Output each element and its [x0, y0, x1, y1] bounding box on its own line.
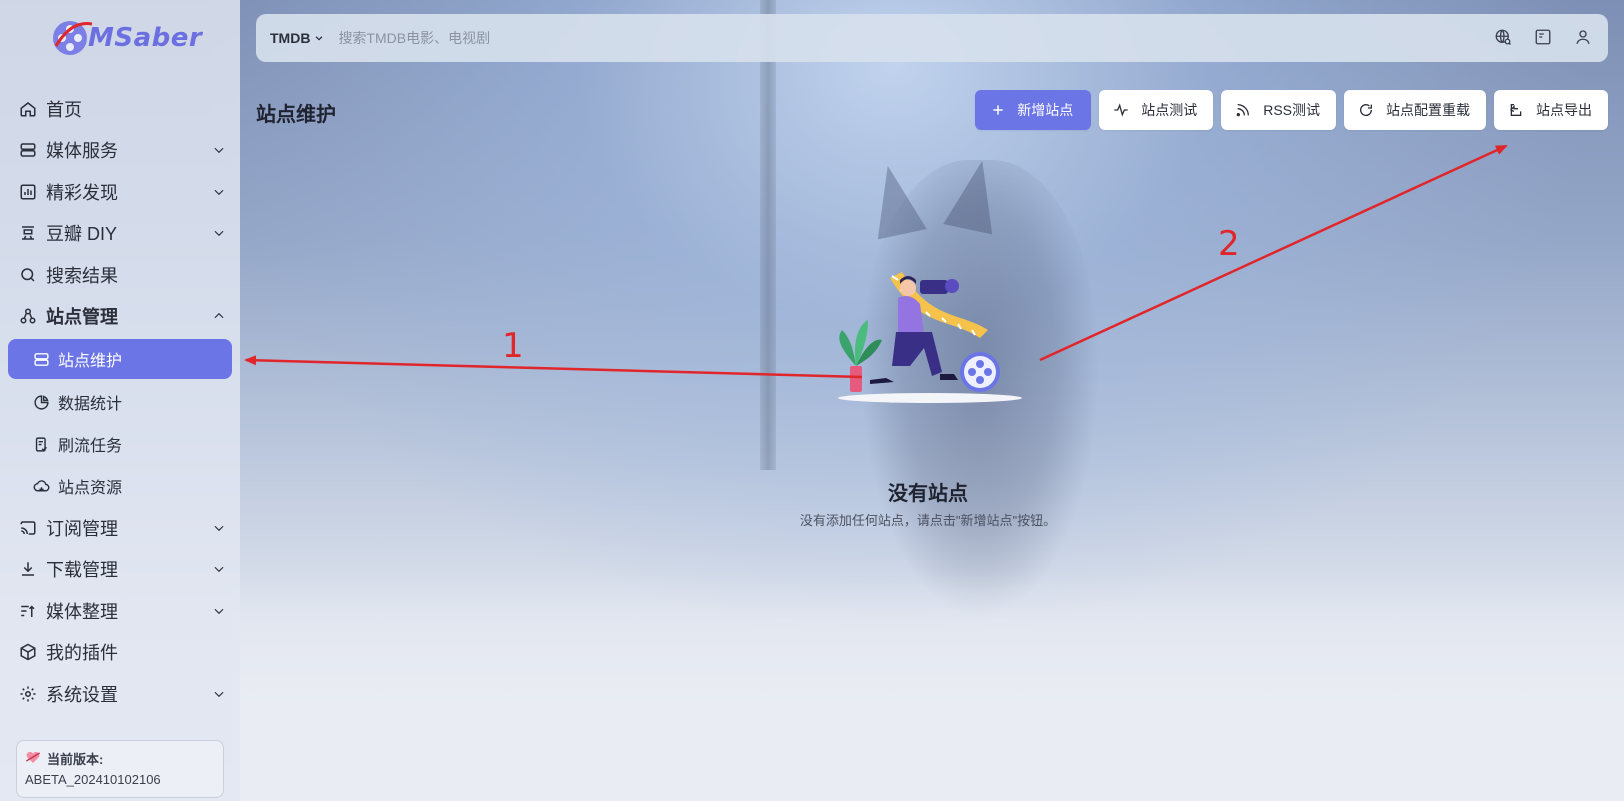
sidebar-item-label: 系统设置: [46, 684, 118, 705]
sidebar: MSaber 首页 媒体服务 精彩发现 豆瓣 DIY 搜索结果 站点管理 站点维…: [0, 0, 240, 801]
sidebar-subitem-label: 刷流任务: [58, 438, 123, 455]
sidebar-item-label: 媒体服务: [46, 141, 118, 162]
terminal-icon[interactable]: [1532, 26, 1554, 48]
export-icon: [1508, 102, 1524, 118]
sidebar-nav: 首页 媒体服务 精彩发现 豆瓣 DIY 搜索结果 站点管理 站点维护 数据统计 …: [8, 88, 232, 715]
download-icon: [18, 559, 38, 579]
empty-state-description-text: 没有添加任何站点，请点击"新增站点"按钮。: [799, 513, 1057, 528]
sidebar-item-site-management[interactable]: 站点管理: [8, 296, 232, 338]
server-icon: [32, 350, 50, 368]
plus-icon: [991, 103, 1005, 117]
reload-config-label: 站点配置重载: [1386, 102, 1470, 118]
user-icon[interactable]: [1572, 26, 1594, 48]
sidebar-subitem-statistics[interactable]: 数据统计: [8, 381, 232, 423]
sidebar-item-plugins[interactable]: 我的插件: [8, 632, 232, 674]
sort-icon: [18, 601, 38, 621]
search-input[interactable]: [338, 30, 1039, 46]
chevron-down-icon: [214, 148, 224, 154]
site-test-label: 站点测试: [1141, 102, 1198, 118]
sidebar-item-label: 豆瓣 DIY: [46, 224, 118, 245]
app-logo[interactable]: MSaber: [50, 14, 202, 62]
action-buttons: 新增站点 站点测试 RSS测试 站点配置重载 站点导出: [975, 90, 1608, 130]
sidebar-item-discover[interactable]: 精彩发现: [8, 171, 232, 213]
pie-icon: [32, 393, 50, 411]
version-card: 当前版本: ABETA_202410102106: [16, 740, 224, 798]
sidebar-item-home[interactable]: 首页: [8, 88, 232, 130]
empty-state-description: 没有添加任何站点，请点击"新增站点"按钮。: [0, 510, 1624, 529]
rss-icon: [1235, 102, 1251, 118]
pulse-icon: [1113, 102, 1129, 118]
sidebar-item-label: 下载管理: [46, 560, 118, 581]
add-site-button[interactable]: 新增站点: [975, 90, 1092, 130]
export-sites-button[interactable]: 站点导出: [1494, 90, 1608, 130]
site-test-button[interactable]: 站点测试: [1099, 90, 1214, 130]
annotation-label-2: 2: [1218, 224, 1240, 264]
chevron-up-icon: [214, 313, 224, 319]
version-label: 当前版本:: [47, 752, 104, 767]
sidebar-item-media-organize[interactable]: 媒体整理: [8, 590, 232, 632]
annotation-arrow-2: [1039, 144, 1508, 362]
empty-state-title-text: 没有站点: [888, 483, 968, 505]
sidebar-item-label: 我的插件: [46, 643, 118, 664]
heart-arrow-icon: [25, 750, 41, 767]
background-cat-ear-left: [863, 160, 927, 240]
chevron-down-icon: [214, 567, 224, 573]
sidebar-item-label: 媒体整理: [46, 601, 118, 622]
add-site-label: 新增站点: [1017, 102, 1074, 118]
export-sites-label: 站点导出: [1536, 102, 1592, 118]
logo-text: MSaber: [88, 23, 203, 53]
chevron-down-icon: [214, 189, 224, 195]
sidebar-item-label: 精彩发现: [46, 182, 118, 203]
sidebar-item-downloads[interactable]: 下载管理: [8, 549, 232, 591]
chevron-down-icon: [214, 231, 224, 237]
top-icons: [1492, 26, 1594, 48]
sidebar-subitem-label: 站点维护: [58, 353, 123, 370]
sidebar-item-label: 站点管理: [46, 307, 118, 328]
reload-config-button[interactable]: 站点配置重载: [1344, 90, 1486, 130]
task-icon: [32, 435, 50, 453]
sidebar-subitem-brush-tasks[interactable]: 刷流任务: [8, 423, 232, 465]
douban-icon: [18, 223, 38, 243]
background-pole: [760, 0, 776, 470]
sitemap-icon: [18, 306, 38, 326]
search-source-select[interactable]: TMDB: [270, 30, 324, 46]
server-icon: [18, 140, 38, 160]
home-icon: [18, 99, 38, 119]
top-search-bar: TMDB: [256, 14, 1608, 62]
version-value: ABETA_202410102106: [25, 772, 161, 787]
sidebar-item-settings[interactable]: 系统设置: [8, 673, 232, 715]
chevron-down-icon: [316, 36, 323, 41]
empty-state-illustration: [838, 272, 1022, 403]
sidebar-item-label: 首页: [46, 99, 82, 120]
sidebar-item-search-results[interactable]: 搜索结果: [8, 254, 232, 296]
sidebar-item-douban[interactable]: 豆瓣 DIY: [8, 213, 232, 255]
background-fade: [232, 571, 1624, 801]
refresh-icon: [1358, 102, 1374, 118]
cube-icon: [18, 642, 38, 662]
gear-icon: [18, 684, 38, 704]
page-title: 站点维护: [256, 104, 336, 126]
chart-icon: [18, 182, 38, 202]
sidebar-subitem-label: 数据统计: [58, 396, 123, 413]
rss-test-button[interactable]: RSS测试: [1221, 90, 1336, 130]
empty-state-title: 没有站点: [0, 477, 1624, 506]
globe-search-icon[interactable]: [1492, 26, 1514, 48]
chevron-down-icon: [214, 691, 224, 697]
rss-test-label: RSS测试: [1263, 102, 1320, 118]
sidebar-item-media-service[interactable]: 媒体服务: [8, 130, 232, 172]
annotation-arrow-1: [244, 355, 863, 379]
background-cat-ear-right: [943, 155, 1007, 235]
search-icon: [18, 265, 38, 285]
sidebar-subitem-site-maintenance[interactable]: 站点维护: [8, 339, 232, 379]
annotation-label-1: 1: [502, 326, 524, 366]
search-source-label: TMDB: [270, 30, 311, 46]
sidebar-item-label: 搜索结果: [46, 265, 118, 286]
chevron-down-icon: [214, 608, 224, 614]
